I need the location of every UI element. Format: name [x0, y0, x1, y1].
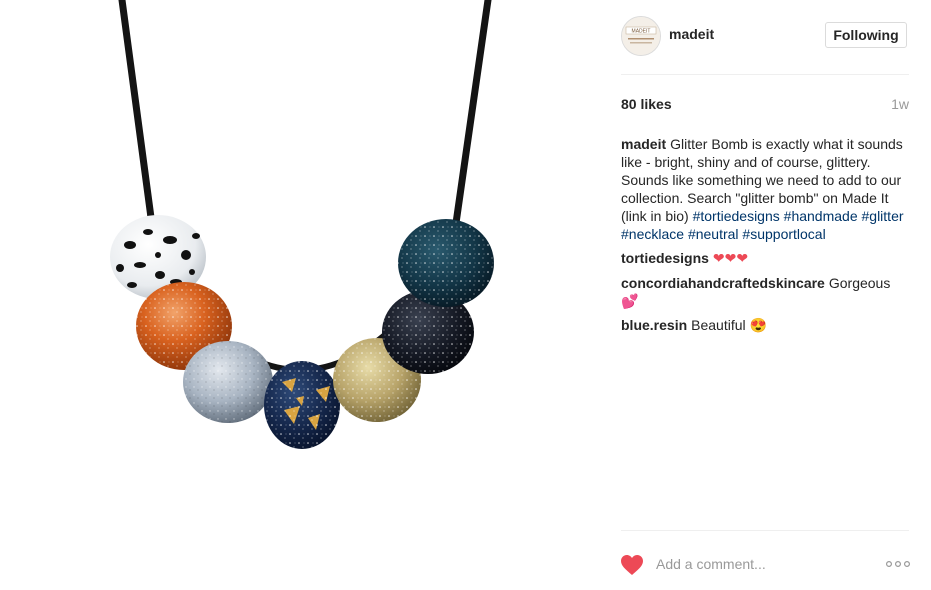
avatar[interactable]: MADEIT: [621, 16, 661, 56]
post-timestamp[interactable]: 1w: [891, 96, 909, 112]
comments-list: madeit Glitter Bomb is exactly what it so…: [621, 135, 911, 340]
comment-username[interactable]: concordiahandcraftedskincare: [621, 275, 825, 291]
comment-username[interactable]: blue.resin: [621, 317, 687, 333]
comment-text: ❤❤❤: [712, 251, 749, 267]
post-author-username[interactable]: madeit: [669, 26, 714, 42]
comment-item: concordiahandcraftedskincare Gorgeous 💕: [621, 274, 911, 310]
hashtag-link[interactable]: #handmade: [784, 208, 858, 224]
comment-username[interactable]: tortiedesigns: [621, 250, 709, 266]
divider: [621, 530, 909, 531]
post-photo[interactable]: [0, 0, 600, 585]
more-options-icon[interactable]: [886, 558, 910, 570]
hashtag-link[interactable]: #supportlocal: [742, 226, 825, 242]
caption: madeit Glitter Bomb is exactly what it so…: [621, 135, 911, 243]
divider: [621, 74, 909, 75]
avatar-logo-icon: MADEIT: [622, 17, 660, 55]
add-comment-input[interactable]: Add a comment...: [656, 556, 766, 572]
hashtag-link[interactable]: #necklace: [621, 226, 684, 242]
post-side-panel: MADEIT madeit Following 80 likes 1w made…: [600, 0, 931, 585]
necklace-image: [110, 0, 494, 449]
hashtag-link[interactable]: #neutral: [688, 226, 739, 242]
svg-text:MADEIT: MADEIT: [632, 29, 651, 35]
hashtag-link[interactable]: #tortiedesigns: [693, 208, 780, 224]
comment-item: blue.resin Beautiful 😍: [621, 316, 911, 334]
likes-count[interactable]: 80 likes: [621, 96, 672, 112]
comment-text: Beautiful 😍: [691, 317, 767, 333]
following-button[interactable]: Following: [825, 22, 907, 48]
caption-username[interactable]: madeit: [621, 136, 666, 152]
hashtag-link[interactable]: #glitter: [862, 208, 904, 224]
comment-item: tortiedesigns ❤❤❤: [621, 249, 911, 268]
heart-icon[interactable]: [620, 554, 644, 576]
